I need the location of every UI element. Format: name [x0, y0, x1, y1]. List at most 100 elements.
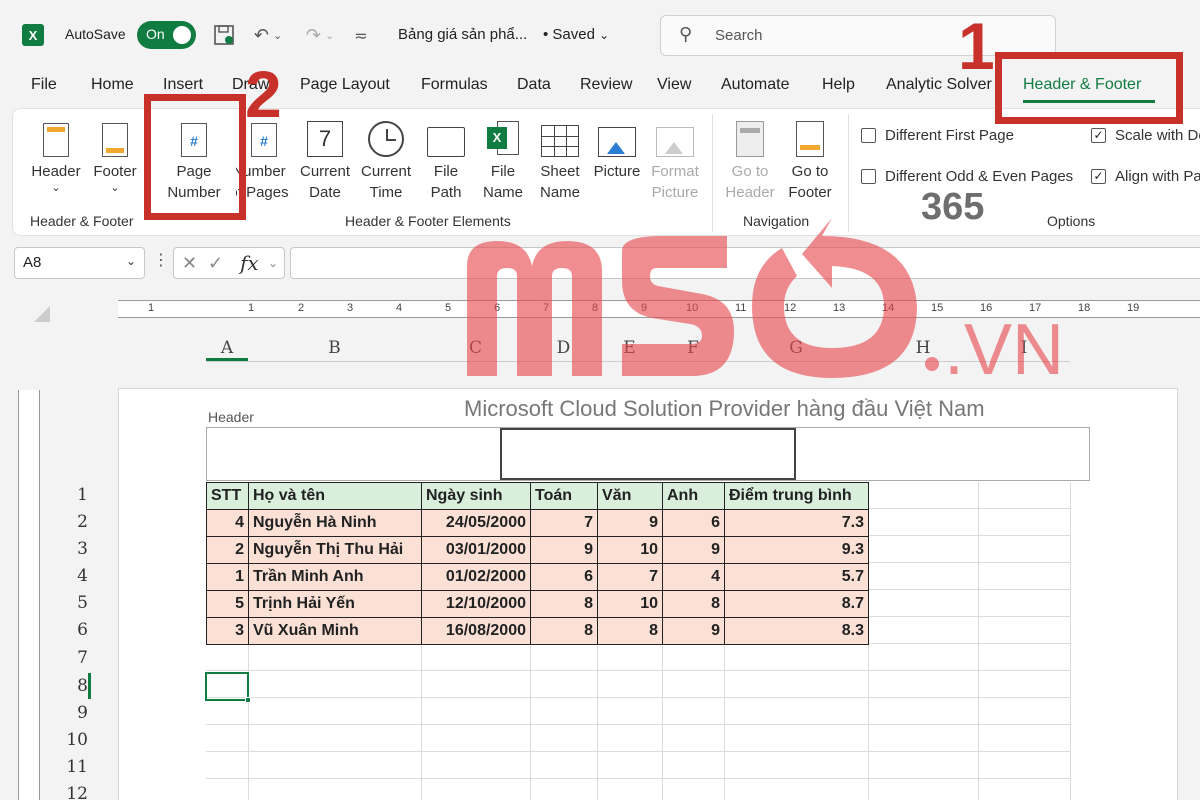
tab-home[interactable]: Home [91, 76, 134, 94]
file-name-button[interactable]: X File Name [478, 115, 528, 203]
row-header[interactable]: 2 [52, 512, 90, 532]
cell[interactable]: 8 [530, 617, 598, 645]
more-options-icon[interactable]: ⋮ [153, 250, 169, 269]
autosave-toggle[interactable]: On [137, 21, 196, 49]
save-icon[interactable] [210, 22, 238, 48]
header-cell[interactable]: Điểm trung bình [724, 482, 869, 510]
cell[interactable]: 9 [662, 617, 725, 645]
cell[interactable]: 9 [597, 509, 663, 537]
tab-review[interactable]: Review [580, 76, 632, 94]
cell[interactable]: 8 [597, 617, 663, 645]
cell[interactable]: Vũ Xuân Minh [248, 617, 422, 645]
go-to-header-button[interactable]: Go to Header [722, 115, 778, 203]
cell[interactable]: Nguyễn Hà Ninh [248, 509, 422, 537]
insert-function-icon[interactable]: fx [240, 251, 259, 275]
tab-page-layout[interactable]: Page Layout [300, 76, 390, 94]
undo-icon[interactable]: ↶ ⌄ [246, 22, 290, 48]
fill-handle[interactable] [245, 697, 251, 703]
cell[interactable]: 16/08/2000 [421, 617, 531, 645]
row-header[interactable]: 3 [52, 539, 90, 559]
cell[interactable]: 4 [206, 509, 249, 537]
tab-automate[interactable]: Automate [721, 76, 789, 94]
tab-data[interactable]: Data [517, 76, 551, 94]
cell[interactable]: Trần Minh Anh [248, 563, 422, 591]
header-cell[interactable]: Anh [662, 482, 725, 510]
cell[interactable]: 01/02/2000 [421, 563, 531, 591]
cell[interactable]: 7.3 [724, 509, 869, 537]
row-header[interactable]: 8 [52, 676, 90, 696]
name-box[interactable]: A8 ⌄ [14, 247, 145, 279]
cancel-icon[interactable]: ✕ [182, 253, 197, 274]
cell[interactable]: 9.3 [724, 536, 869, 564]
checkbox-unchecked-icon [861, 169, 876, 184]
align-with-margins-checkbox[interactable]: ✓ Align with Pa [1091, 168, 1200, 185]
chevron-down-icon[interactable]: ⌄ [268, 256, 278, 270]
cell[interactable]: 5 [206, 590, 249, 618]
footer-button[interactable]: Footer ⌄ [88, 115, 142, 194]
cell[interactable]: Trịnh Hải Yến [248, 590, 422, 618]
search-input[interactable]: ⚲ Search [660, 15, 1056, 56]
cell[interactable]: 7 [530, 509, 598, 537]
format-picture-button[interactable]: Format Picture [647, 115, 703, 203]
tab-formulas[interactable]: Formulas [421, 76, 488, 94]
tab-insert[interactable]: Insert [163, 76, 203, 94]
selected-cell[interactable] [205, 672, 249, 701]
row-header[interactable]: 9 [52, 703, 90, 723]
cell[interactable]: Nguyễn Thị Thu Hải [248, 536, 422, 564]
row-header[interactable]: 10 [52, 730, 90, 750]
row-header[interactable]: 5 [52, 593, 90, 613]
column-header-b[interactable]: B [248, 334, 421, 362]
cell[interactable]: 03/01/2000 [421, 536, 531, 564]
header-cell[interactable]: Họ và tên [248, 482, 422, 510]
row-header[interactable]: 4 [52, 566, 90, 586]
file-path-button[interactable]: File Path [422, 115, 470, 203]
tab-file[interactable]: File [31, 76, 57, 94]
cell[interactable]: 8.7 [724, 590, 869, 618]
document-title[interactable]: Bảng giá sản phẩ... [398, 26, 527, 43]
row-header[interactable]: 1 [52, 485, 90, 505]
cell[interactable]: 9 [530, 536, 598, 564]
enter-icon[interactable]: ✓ [208, 253, 223, 274]
cell[interactable]: 3 [206, 617, 249, 645]
grid-line [978, 482, 979, 800]
scale-with-document-checkbox[interactable]: ✓ Scale with Do [1091, 127, 1200, 144]
current-time-button[interactable]: Current Time [357, 115, 415, 203]
saved-status[interactable]: • Saved ⌄ [543, 26, 609, 43]
sheet-name-button[interactable]: Sheet Name [535, 115, 585, 203]
cell[interactable]: 1 [206, 563, 249, 591]
row-header[interactable]: 11 [52, 757, 90, 777]
picture-button[interactable]: Picture [590, 115, 644, 182]
cell[interactable]: 24/05/2000 [421, 509, 531, 537]
redo-icon[interactable]: ↷ ⌄ [298, 22, 342, 48]
header-cell[interactable]: Toán [530, 482, 598, 510]
different-odd-even-checkbox[interactable]: Different Odd & Even Pages [861, 168, 1073, 185]
cell[interactable]: 10 [597, 536, 663, 564]
cell[interactable]: 9 [662, 536, 725, 564]
cell[interactable]: 6 [662, 509, 725, 537]
row-header[interactable]: 12 [52, 784, 90, 800]
customize-qat-icon[interactable]: ≂ [350, 22, 372, 48]
header-cell[interactable]: Ngày sinh [421, 482, 531, 510]
tab-view[interactable]: View [657, 76, 691, 94]
cell[interactable]: 8.3 [724, 617, 869, 645]
header-button[interactable]: Header ⌄ [28, 115, 84, 194]
cell[interactable]: 8 [662, 590, 725, 618]
cell[interactable]: 5.7 [724, 563, 869, 591]
tab-help[interactable]: Help [822, 76, 855, 94]
current-date-button[interactable]: 7 Current Date [297, 115, 353, 203]
select-all-corner[interactable] [34, 306, 50, 322]
header-cell[interactable]: STT [206, 482, 249, 510]
header-cell[interactable]: Văn [597, 482, 663, 510]
row-header[interactable]: 7 [52, 648, 90, 668]
cell[interactable]: 12/10/2000 [421, 590, 531, 618]
row-header[interactable]: 6 [52, 620, 90, 640]
go-to-footer-button[interactable]: Go to Footer [782, 115, 838, 203]
cell[interactable]: 10 [597, 590, 663, 618]
cell[interactable]: 4 [662, 563, 725, 591]
cell[interactable]: 8 [530, 590, 598, 618]
cell[interactable]: 6 [530, 563, 598, 591]
cell[interactable]: 7 [597, 563, 663, 591]
cell[interactable]: 2 [206, 536, 249, 564]
header-center-section[interactable] [500, 428, 796, 480]
different-first-page-checkbox[interactable]: Different First Page [861, 127, 1014, 144]
